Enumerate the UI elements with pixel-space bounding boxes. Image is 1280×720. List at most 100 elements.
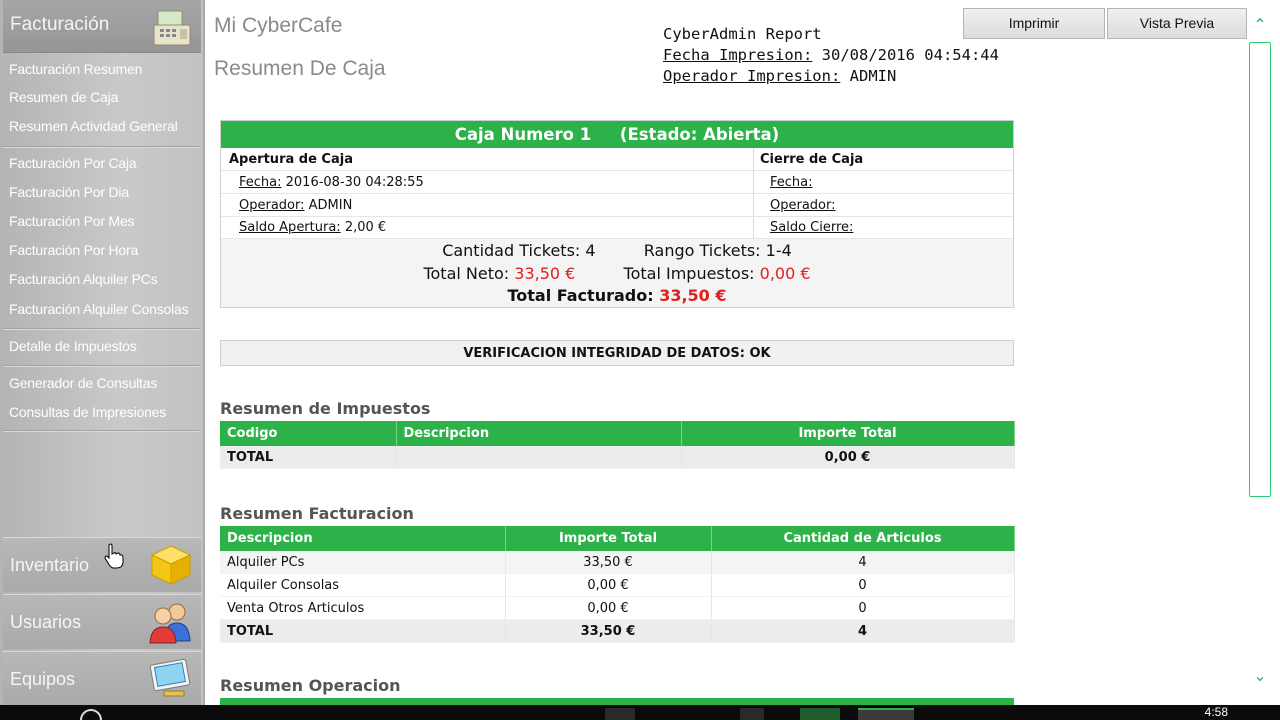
rango-tickets-label: Rango Tickets: [643,241,761,260]
cierre-title: Cierre de Caja [760,152,864,167]
table-total-row: TOTAL 33,50 € 4 [220,619,1015,643]
table-row: Venta Otros Articulos 0,00 € 0 [220,596,1015,620]
table-cell: 4 [711,619,1015,643]
cierre-operador-label: Operador: [770,198,836,213]
apertura-saldo-label: Saldo Apertura: [239,220,341,235]
table-cell: 33,50 € [505,551,712,574]
print-operator-value: ADMIN [849,67,897,85]
column-header: Importe Total [505,526,712,551]
verification-banner: VERIFICACION INTEGRIDAD DE DATOS: OK [220,340,1014,366]
table-row: Alquiler PCs 33,50 € 4 [220,551,1015,574]
sidebar-divider [3,328,201,330]
report-print-date: Fecha Impresion: 30/08/2016 04:54:44 [663,45,999,66]
apertura-fecha-value: 2016-08-30 04:28:55 [285,175,424,190]
table-cell [396,446,682,469]
sidebar-section-inventario[interactable]: Inventario [3,537,201,592]
operacion-table-header [220,698,1014,705]
apertura-operador-label: Operador: [239,198,305,213]
print-button[interactable]: Imprimir [963,8,1105,39]
table-total-row: TOTAL 0,00 € [220,446,1015,469]
sidebar-divider [3,365,201,367]
scrollbar-thumb[interactable] [1249,42,1271,497]
sidebar-item-facturacion-por-hora[interactable]: Facturación Por Hora [9,242,138,258]
facturado-summary: Total Facturado: 33,50 € [221,286,1013,305]
caja-summary-box: Caja Numero 1 (Estado: Abierta) Apertura… [220,120,1014,308]
neto-summary: Total Neto: 33,50 € Total Impuestos: 0,0… [221,264,1013,283]
taskbar-app-icon[interactable] [605,708,635,720]
impuestos-section-title: Resumen de Impuestos [220,399,431,418]
table-cell: Alquiler PCs [220,551,506,574]
impuestos-table: Codigo Descripcion Importe Total TOTAL 0… [220,421,1015,469]
apertura-fecha: Fecha: 2016-08-30 04:28:55 [239,172,424,193]
table-cell: 0,00 € [681,446,1015,469]
report-header: CyberAdmin Report Fecha Impresion: 30/08… [663,24,999,87]
sidebar-item-resumen-actividad-general[interactable]: Resumen Actividad General [9,118,178,134]
table-cell: TOTAL [220,619,506,643]
users-icon [149,603,191,644]
taskbar: 4:58 [0,705,1280,720]
app-title: Mi CyberCafe [214,14,343,37]
preview-button[interactable]: Vista Previa [1107,8,1247,39]
table-header-row: Descripcion Importe Total Cantidad de Ar… [220,526,1015,551]
apertura-title: Apertura de Caja [229,152,353,167]
caja-title: Caja Numero 1 (Estado: Abierta) [221,121,1013,148]
total-impuestos-value: 0,00 € [759,264,811,283]
sidebar-item-facturacion-por-mes[interactable]: Facturación Por Mes [9,213,135,229]
table-cell: Alquiler Consolas [220,573,506,597]
facturacion-section-header[interactable]: Facturación [3,0,201,53]
report-title: CyberAdmin Report [663,25,822,43]
total-neto-value: 33,50 € [514,264,576,283]
scroll-down-icon[interactable]: ⌄ [1252,668,1268,684]
taskbar-active-app-icon[interactable] [858,708,914,720]
report-print-operator: Operador Impresion: ADMIN [663,66,999,87]
apertura-fecha-label: Fecha: [239,175,282,190]
sidebar-item-facturacion-alquiler-pcs[interactable]: Facturación Alquiler PCs [9,271,158,287]
column-header: Importe Total [681,421,1015,446]
table-row: Alquiler Consolas 0,00 € 0 [220,573,1015,597]
box-icon [150,545,192,585]
sidebar-item-generador-de-consultas[interactable]: Generador de Consultas [9,375,157,391]
total-facturado-label: Total Facturado: [507,286,654,305]
cierre-saldo-label: Saldo Cierre: [770,220,854,235]
print-operator-label: Operador Impresion: [663,67,841,85]
sidebar-item-resumen-de-caja[interactable]: Resumen de Caja [9,89,118,105]
table-cell: TOTAL [220,446,397,469]
taskbar-app-icon[interactable] [800,708,840,720]
sidebar-item-consultas-de-impresiones[interactable]: Consultas de Impresiones [9,404,166,420]
sidebar: Facturación Facturación Resumen Resumen … [0,0,205,706]
scroll-up-icon[interactable]: ⌃ [1252,17,1268,33]
sidebar-divider [3,430,201,432]
caja-row-saldo: Saldo Apertura: 2,00 € Saldo Cierre: [221,217,1013,239]
table-cell: Venta Otros Articulos [220,596,506,620]
sidebar-section-usuarios[interactable]: Usuarios [3,594,201,649]
sidebar-divider [3,146,201,148]
table-cell: 0,00 € [505,573,712,597]
apertura-saldo-value: 2,00 € [344,220,387,235]
column-header: Codigo [220,421,397,446]
column-header: Descripcion [220,526,506,551]
sidebar-item-facturacion-alquiler-consolas[interactable]: Facturación Alquiler Consolas [9,301,189,317]
total-impuestos-label: Total Impuestos: [623,264,755,283]
apertura-operador: Operador: ADMIN [239,195,352,216]
total-facturado-value: 33,50 € [659,286,727,305]
taskbar-app-icon[interactable] [740,708,764,720]
column-header: Descripcion [396,421,682,446]
sidebar-item-detalle-de-impuestos[interactable]: Detalle de Impuestos [9,338,137,354]
sidebar-item-facturacion-por-caja[interactable]: Facturación Por Caja [9,155,137,171]
operacion-section-title: Resumen Operacion [220,676,401,695]
rango-tickets-value: 1-4 [765,241,792,260]
print-date-value: 30/08/2016 04:54:44 [821,46,999,64]
inventario-label: Inventario [10,555,90,575]
caja-row-operador: Operador: ADMIN Operador: [221,195,1013,217]
table-header-row: Codigo Descripcion Importe Total [220,421,1015,446]
facturacion-section-title: Resumen Facturacion [220,504,414,523]
apertura-operador-value: ADMIN [308,198,353,213]
sidebar-item-facturacion-por-dia[interactable]: Facturación Por Dia [9,184,129,200]
sidebar-item-facturacion-resumen[interactable]: Facturación Resumen [9,61,142,77]
start-icon[interactable] [80,709,102,720]
cantidad-tickets-value: 4 [585,241,596,260]
table-cell: 0 [711,596,1015,620]
table-cell: 0,00 € [505,596,712,620]
page-title: Resumen De Caja [214,57,386,80]
sidebar-section-equipos[interactable]: Equipos [3,651,201,706]
